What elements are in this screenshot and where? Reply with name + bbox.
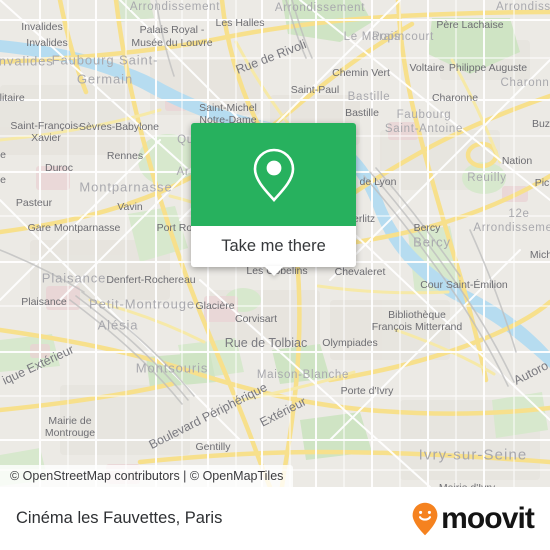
take-me-there-button[interactable]: Take me there bbox=[191, 226, 356, 276]
moovit-wordmark: moovit bbox=[441, 501, 535, 535]
map-pin-icon bbox=[253, 148, 294, 202]
attribution-text: © OpenStreetMap contributors | © OpenMap… bbox=[10, 469, 284, 483]
map-screenshot: .water { fill:#b6dcf0; } .park { fill:#c… bbox=[0, 0, 550, 550]
popup-pointer-tip bbox=[263, 266, 284, 276]
page-title: Cinéma les Fauvettes, Paris bbox=[16, 509, 223, 527]
popup-header bbox=[191, 123, 356, 226]
moovit-logo[interactable]: moovit bbox=[412, 501, 535, 536]
location-popup-card[interactable]: Take me there bbox=[191, 123, 356, 276]
map-viewport[interactable]: .water { fill:#b6dcf0; } .park { fill:#c… bbox=[0, 0, 550, 487]
take-me-there-label: Take me there bbox=[221, 237, 326, 255]
moovit-smiley-pin-icon bbox=[412, 502, 438, 535]
map-attribution[interactable]: © OpenStreetMap contributors | © OpenMap… bbox=[0, 465, 294, 487]
footer-bar: Cinéma les Fauvettes, Paris moovit bbox=[0, 487, 550, 550]
